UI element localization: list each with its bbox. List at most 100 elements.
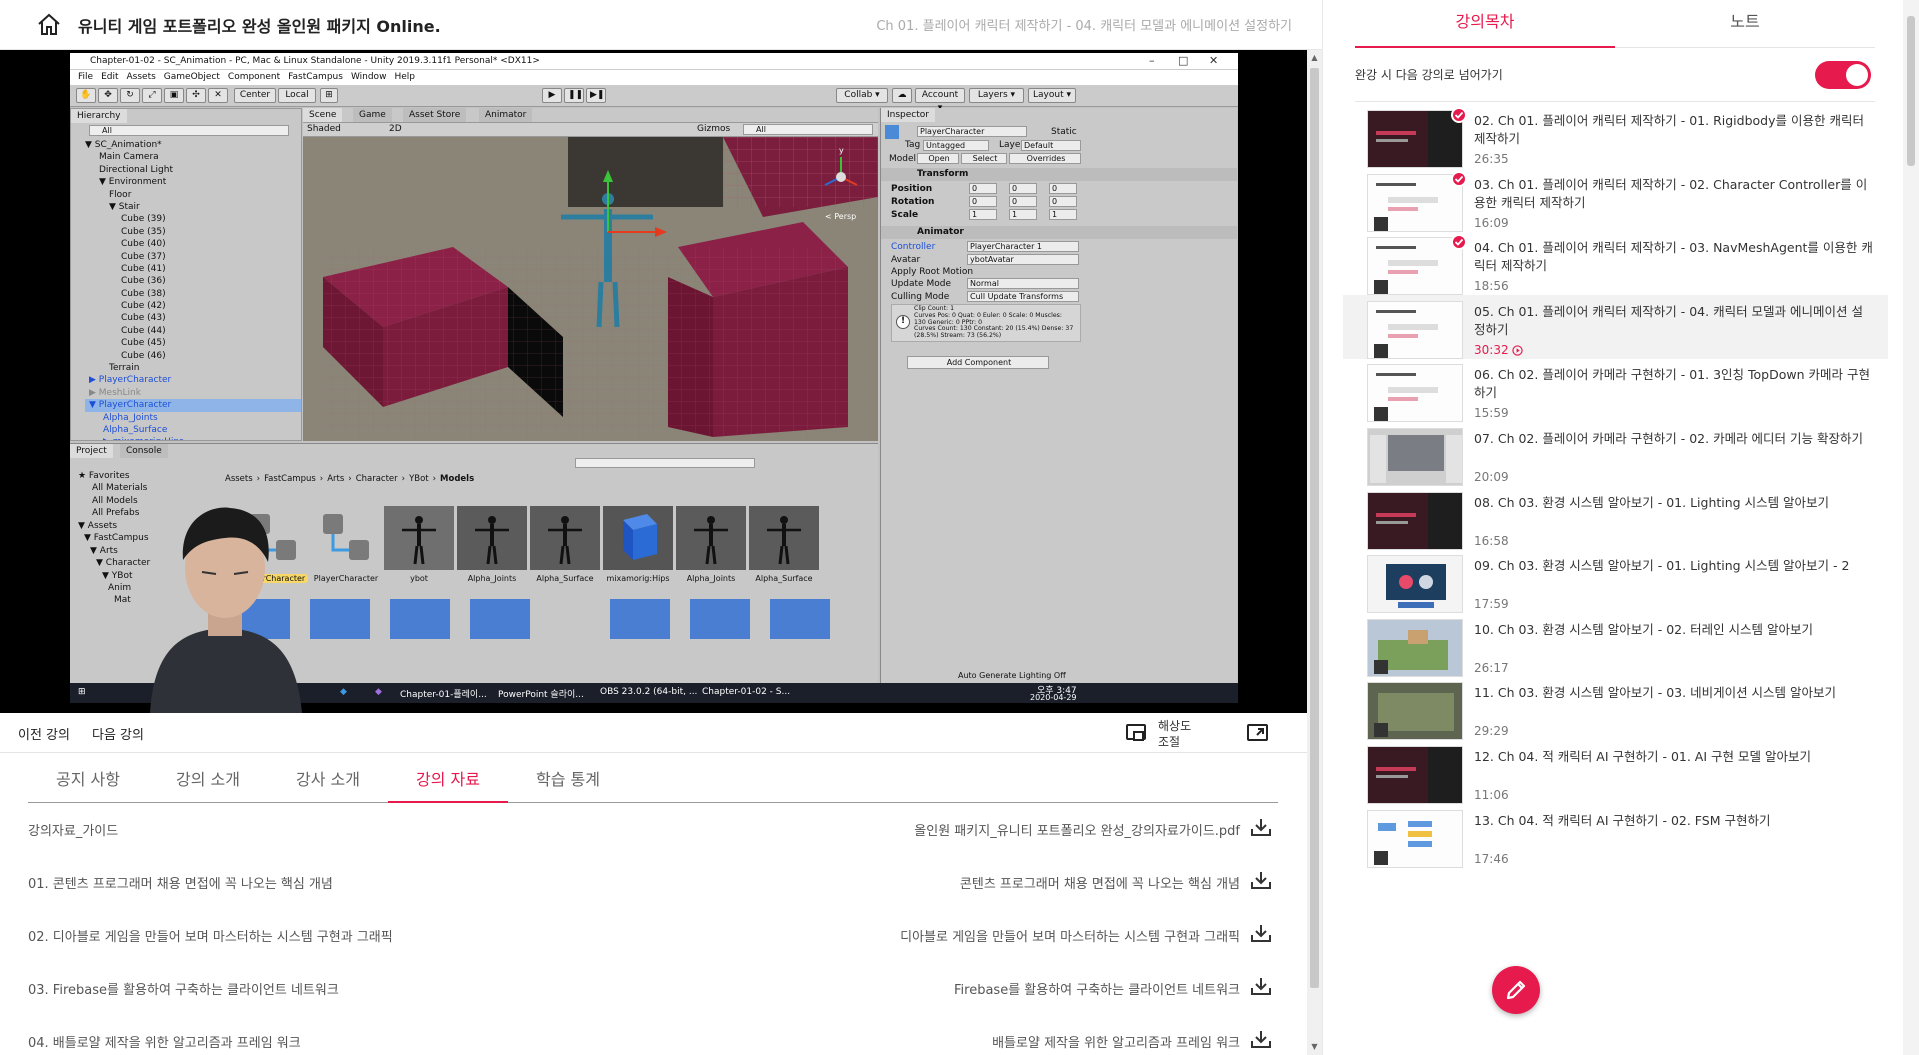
lecture-item[interactable]: 13. Ch 04. 적 캐릭터 AI 구현하기 - 02. FSM 구현하기 1… (1343, 804, 1888, 868)
layout-dropdown: Layout ▾ (1028, 88, 1076, 103)
edit-note-button[interactable] (1492, 966, 1540, 1014)
lecture-item[interactable]: 03. Ch 01. 플레이어 캐릭터 제작하기 - 02. Character… (1343, 168, 1888, 232)
custom-tool-icon: ✕ (208, 88, 228, 103)
lecture-duration: 20:09 (1474, 470, 1509, 484)
lecture-thumbnail (1367, 746, 1463, 804)
root-motion-label: Apply Root Motion (891, 267, 974, 277)
lecture-item[interactable]: 07. Ch 02. 플레이어 카메라 구현하기 - 02. 카메라 에디터 기… (1343, 422, 1888, 486)
lecture-item[interactable]: 02. Ch 01. 플레이어 캐릭터 제작하기 - 01. Rigidbody… (1343, 104, 1888, 168)
video-player[interactable]: Chapter-01-02 - SC_Animation - PC, Mac &… (0, 50, 1307, 713)
page-scrollbar[interactable]: ▲ ▼ (1307, 50, 1322, 1055)
download-icon[interactable] (1250, 923, 1272, 943)
tab-curriculum[interactable]: 강의목차 (1355, 0, 1615, 48)
unity-window-title: Chapter-01-02 - SC_Animation - PC, Mac &… (90, 56, 540, 66)
autoplay-toggle[interactable] (1815, 61, 1871, 89)
tag-dropdown: Untagged (923, 140, 989, 151)
download-icon[interactable] (1250, 870, 1272, 890)
tab-learning-stats[interactable]: 학습 통계 (508, 760, 628, 803)
animator-header: Animator (917, 227, 964, 237)
snap-icon: ⊞ (320, 88, 338, 103)
fullscreen-icon[interactable] (1247, 723, 1269, 743)
gizmos-dropdown: Gizmos (697, 124, 731, 134)
svg-text:y: y (839, 146, 844, 155)
unity-menu-item: Assets (126, 72, 156, 82)
top-bar: 유니티 게임 포트폴리오 완성 올인원 패키지 Online. Ch 01. 플… (0, 0, 1322, 50)
local-toggle: Local (278, 88, 316, 103)
model-select-button: Select (961, 153, 1007, 164)
unity-menu-item: Help (394, 72, 415, 82)
lecture-item[interactable]: 05. Ch 01. 플레이어 캐릭터 제작하기 - 04. 캐릭터 모델과 에… (1343, 294, 1888, 359)
material-row: 02. 디아블로 게임을 만들어 보며 마스터하는 시스템 구현과 그래픽 디아블… (28, 911, 1278, 963)
scrollbar-thumb[interactable] (1310, 68, 1319, 988)
download-icon[interactable] (1250, 976, 1272, 996)
sidebar-scrollbar[interactable] (1903, 0, 1919, 1055)
home-icon[interactable] (36, 12, 62, 36)
lecture-item[interactable]: 06. Ch 02. 플레이어 카메라 구현하기 - 01. 3인칭 TopDo… (1343, 358, 1888, 423)
material-file-link[interactable]: Firebase를 활용하여 구축하는 클라이언트 네트워크 (954, 979, 1240, 998)
unity-toolbar: ✋ ✥ ↻ ⤢ ▣ ✣ ✕ Center Local ⊞ ▶ ❚❚ ▶❚ Col… (70, 85, 1238, 113)
resolution-icon (1126, 724, 1146, 741)
material-file-link[interactable]: 콘텐츠 프로그래머 채용 면접에 꼭 나오는 핵심 개념 (960, 873, 1240, 892)
hierarchy-item: Alpha_Joints (103, 412, 158, 423)
material-file-link[interactable]: 올인원 패키지_유니티 포트폴리오 완성_강의자료가이드.pdf (914, 820, 1240, 839)
lecture-thumbnail (1367, 618, 1463, 677)
hand-tool-icon: ✋ (76, 88, 96, 103)
tab-materials[interactable]: 강의 자료 (388, 760, 508, 803)
transform-header: Transform (917, 169, 969, 179)
position-z: 0 (1049, 183, 1077, 194)
scale-x: 1 (969, 209, 997, 220)
asset-name: mixamorig:Hips (606, 574, 670, 583)
tab-notice[interactable]: 공지 사항 (28, 760, 148, 803)
hierarchy-tree: ▼ SC_Animation* Main Camera Directional Li… (85, 139, 301, 440)
unity-menu-item: Window (350, 72, 387, 82)
hierarchy-item: Cube (41) (121, 263, 166, 274)
prev-lecture-button[interactable]: 이전 강의 (18, 724, 70, 743)
lecture-duration: 17:59 (1474, 597, 1509, 611)
scale-z: 1 (1049, 209, 1077, 220)
lecture-title: 13. Ch 04. 적 캐릭터 AI 구현하기 - 02. FSM 구현하기 (1474, 812, 1771, 828)
lecture-title: 10. Ch 03. 환경 시스템 알아보기 - 02. 터레인 시스템 알아보… (1474, 621, 1814, 637)
2d-toggle: 2D (389, 124, 402, 134)
scene-tab-bar: Scene Game Asset Store Animator (303, 108, 878, 123)
lecture-item[interactable]: 04. Ch 01. 플레이어 캐릭터 제작하기 - 03. NavMeshAg… (1343, 231, 1888, 296)
lecture-item[interactable]: 09. Ch 03. 환경 시스템 알아보기 - 01. Lighting 시스… (1343, 549, 1888, 614)
sidebar-tabs: 강의목차 노트 (1355, 0, 1875, 48)
download-icon[interactable] (1250, 1029, 1272, 1049)
close-icon: ✕ (1209, 54, 1219, 67)
lecture-duration-text: 26:35 (1474, 152, 1509, 166)
scroll-up-icon[interactable]: ▲ (1310, 54, 1319, 62)
lecture-title: 08. Ch 03. 환경 시스템 알아보기 - 01. Lighting 시스… (1474, 494, 1830, 510)
taskbar-item-powerpoint: PowerPoint 슬라이... (498, 690, 584, 700)
material-file-link[interactable]: 디아블로 게임을 만들어 보며 마스터하는 시스템 구현과 그래픽 (900, 926, 1240, 945)
shaded-dropdown: Shaded (307, 124, 341, 134)
pencil-icon (1506, 980, 1526, 1000)
lecture-item[interactable]: 10. Ch 03. 환경 시스템 알아보기 - 02. 터레인 시스템 알아보… (1343, 613, 1888, 677)
lecture-item[interactable]: 11. Ch 03. 환경 시스템 알아보기 - 03. 네비게이션 시스템 알… (1343, 676, 1888, 741)
autoplay-label: 완강 시 다음 강의로 넘어가기 (1355, 68, 1503, 82)
asset-name: Alpha_Surface (755, 574, 813, 583)
layers-dropdown: Layers ▾ (969, 88, 1024, 103)
hierarchy-item: Cube (36) (121, 276, 166, 287)
hierarchy-item: ▼ Environment (99, 177, 167, 188)
material-file-link[interactable]: 배틀로얄 제작을 위한 알고리즘과 프레임 워크 (992, 1032, 1240, 1051)
scale-label: Scale (891, 210, 919, 220)
rotation-z: 0 (1049, 196, 1077, 207)
material-title: 02. 디아블로 게임을 만들어 보며 마스터하는 시스템 구현과 그래픽 (28, 930, 393, 945)
tab-instructor-intro[interactable]: 강사 소개 (268, 760, 388, 803)
next-lecture-button[interactable]: 다음 강의 (92, 724, 144, 743)
hierarchy-panel: Hierarchy All ▼ SC_Animation* Main Camera… (70, 108, 302, 441)
lecture-item[interactable]: 12. Ch 04. 적 캐릭터 AI 구현하기 - 01. AI 구현 모델 … (1343, 740, 1888, 804)
material-title: 03. Firebase를 활용하여 구축하는 클라이언트 네트워크 (28, 983, 339, 998)
unity-menu-item: FastCampus (288, 72, 343, 82)
asset-tile: Alpha_Surface (530, 506, 600, 583)
lecture-item[interactable]: 08. Ch 03. 환경 시스템 알아보기 - 01. Lighting 시스… (1343, 486, 1888, 550)
play-circle-icon (1511, 345, 1523, 359)
hierarchy-tab: Hierarchy (71, 109, 127, 123)
sidebar-scrollbar-thumb[interactable] (1907, 16, 1915, 166)
download-icon[interactable] (1250, 817, 1272, 837)
tab-course-intro[interactable]: 강의 소개 (148, 760, 268, 803)
tab-notes[interactable]: 노트 (1615, 0, 1875, 48)
scroll-down-icon[interactable]: ▼ (1310, 1043, 1319, 1051)
asset-name: Alpha_Joints (686, 574, 736, 583)
hierarchy-item: Floor (109, 189, 132, 200)
